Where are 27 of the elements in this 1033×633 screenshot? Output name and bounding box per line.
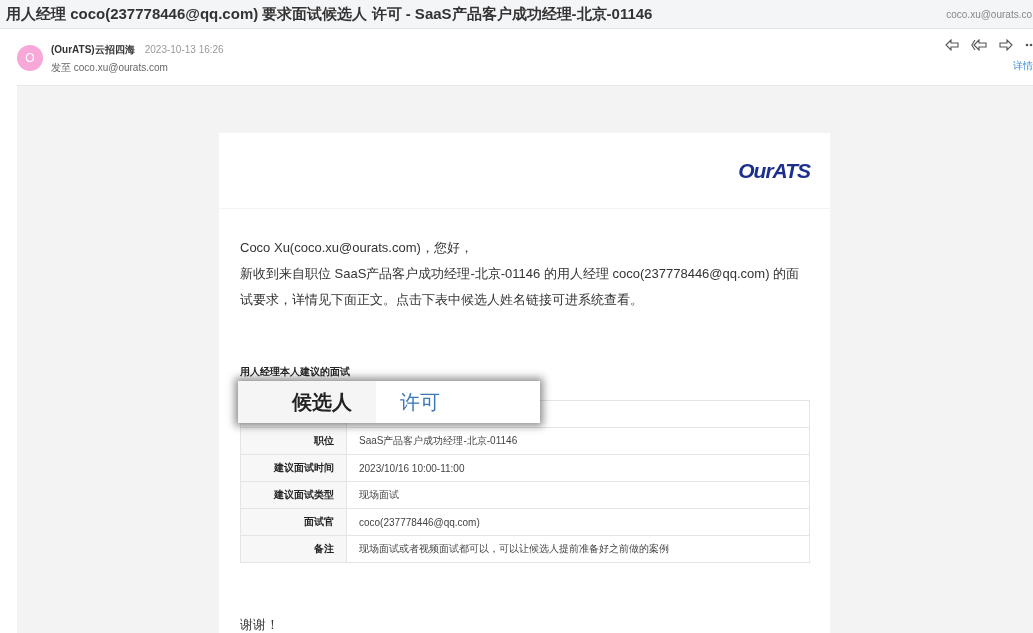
recipient: 发至 coco.xu@ourats.com bbox=[51, 61, 169, 75]
sent-time: 2023-10-13 16:26 bbox=[144, 44, 224, 55]
sender-name: (OurATS)云招四海 bbox=[51, 43, 135, 57]
sender-avatar: O bbox=[17, 45, 43, 71]
field-value: 现场面试或者视频面试都可以，可以让候选人提前准备好之前做的案例 bbox=[346, 535, 810, 563]
candidate-link[interactable]: 许可 bbox=[376, 381, 440, 423]
details-link[interactable]: 详情 bbox=[1013, 59, 1033, 73]
field-value: 2023/10/16 10:00-11:00 bbox=[346, 454, 810, 482]
field-label: 职位 bbox=[240, 427, 347, 455]
intro-paragraph: 新收到来自职位 SaaS产品客户成功经理-北京-01146 的用人经理 coco(237778446@qq.com) 的面试要求，详情见下面正文。点击下表中候选人姓名链接可进系统查看。 bbox=[240, 265, 801, 309]
logo: OurATS bbox=[738, 158, 810, 183]
email-subject: 用人经理 coco(237778446@qq.com) 要求面试候选人 许可 - SaaS产品客户成功经理-北京-01146 bbox=[6, 4, 653, 24]
reply-icon[interactable] bbox=[945, 39, 959, 51]
field-value: 现场面试 bbox=[346, 481, 810, 509]
closing: 谢谢！ bbox=[240, 617, 280, 632]
field-label: 面试官 bbox=[240, 508, 347, 536]
reply-all-icon[interactable] bbox=[971, 39, 987, 51]
section-title: 用人经理本人建议的面试 bbox=[240, 365, 351, 379]
forward-icon[interactable] bbox=[999, 39, 1013, 51]
field-label: 建议面试时间 bbox=[240, 454, 347, 482]
field-value: SaaS产品客户成功经理-北京-01146 bbox=[346, 427, 810, 455]
account-email: coco.xu@ourats.co bbox=[946, 8, 1032, 20]
field-label: 备注 bbox=[240, 535, 347, 563]
field-value: coco(237778446@qq.com) bbox=[346, 508, 810, 536]
greeting: Coco Xu(coco.xu@ourats.com)，您好， bbox=[240, 239, 474, 257]
field-label: 建议面试类型 bbox=[240, 481, 347, 509]
field-label: 候选人 bbox=[238, 381, 376, 423]
